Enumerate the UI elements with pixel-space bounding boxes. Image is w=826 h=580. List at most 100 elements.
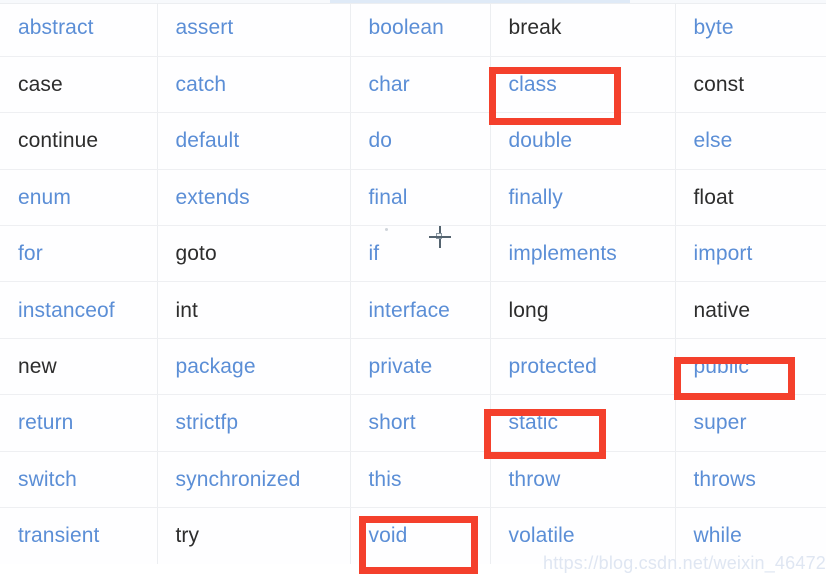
keyword-cell: instanceof <box>0 281 158 339</box>
keyword-cell: int <box>157 281 351 339</box>
keyword-cell: native <box>675 281 826 339</box>
keyword-link[interactable]: finally <box>509 186 563 209</box>
keyword-cell: transient <box>0 507 158 564</box>
keyword-link[interactable]: char <box>369 73 410 96</box>
keyword-link[interactable]: boolean <box>369 16 444 39</box>
keyword-cell: public <box>675 338 826 396</box>
keyword-link[interactable]: extends <box>176 186 250 209</box>
keyword-link[interactable]: short <box>369 411 416 434</box>
keyword-link[interactable]: if <box>369 242 380 265</box>
table-row: switch synchronized this throw throws <box>0 451 826 509</box>
keyword-cell: final <box>350 169 491 227</box>
keyword-cell: void <box>350 507 491 564</box>
keyword-link[interactable]: do <box>369 129 393 152</box>
keyword-link[interactable]: assert <box>176 16 234 39</box>
keyword-text: float <box>693 185 734 209</box>
keyword-cell: return <box>0 394 158 452</box>
keyword-link[interactable]: package <box>176 355 256 378</box>
keyword-link[interactable]: while <box>694 524 742 547</box>
stray-artifact-dot <box>385 228 388 231</box>
keyword-cell: throw <box>490 451 676 509</box>
table-row: abstract assert boolean break byte <box>0 0 826 57</box>
keyword-cell: const <box>675 56 826 114</box>
keyword-link[interactable]: protected <box>509 355 597 378</box>
keyword-cell: short <box>350 394 491 452</box>
keyword-cell: break <box>490 0 676 57</box>
keyword-cell: byte <box>675 0 826 57</box>
keyword-text: continue <box>18 129 99 153</box>
keyword-cell: this <box>350 451 491 509</box>
keyword-cell: enum <box>0 169 158 227</box>
keyword-cell: do <box>350 112 491 170</box>
keyword-cell: for <box>0 225 158 283</box>
keyword-cell: import <box>675 225 826 283</box>
keyword-link[interactable]: abstract <box>18 16 94 39</box>
keyword-cell: abstract <box>0 0 158 57</box>
table-row: continue default do double else <box>0 112 826 170</box>
keyword-text: try <box>175 524 200 548</box>
keyword-cell: switch <box>0 451 158 509</box>
crosshair-cursor <box>429 226 451 248</box>
keyword-cell: char <box>350 56 491 114</box>
keyword-cell: implements <box>490 225 676 283</box>
keyword-cell: new <box>0 338 158 396</box>
keyword-link[interactable]: strictfp <box>176 411 239 434</box>
keyword-link[interactable]: byte <box>694 16 734 39</box>
keyword-link[interactable]: for <box>18 242 43 265</box>
keyword-text: int <box>175 298 198 322</box>
keyword-cell: double <box>490 112 676 170</box>
keyword-link[interactable]: double <box>509 129 573 152</box>
keyword-link[interactable]: super <box>694 411 747 434</box>
keyword-text: break <box>508 16 562 40</box>
java-keyword-table: abstract assert boolean break byte case catch c… <box>0 0 826 564</box>
keyword-text: long <box>508 298 549 322</box>
keyword-link[interactable]: volatile <box>509 524 575 547</box>
table-row: instanceof int interface long native <box>0 281 826 339</box>
keyword-link[interactable]: default <box>176 129 240 152</box>
keyword-cell: assert <box>157 0 351 57</box>
keyword-link[interactable]: final <box>369 186 408 209</box>
keyword-cell: long <box>490 281 676 339</box>
keyword-link[interactable]: else <box>694 129 733 152</box>
keyword-link[interactable]: catch <box>176 73 227 96</box>
keyword-cell: if <box>350 225 491 283</box>
keyword-text: case <box>18 73 63 97</box>
keyword-link[interactable]: throw <box>509 468 561 491</box>
keyword-link[interactable]: return <box>18 411 73 434</box>
keyword-cell: protected <box>490 338 676 396</box>
keyword-cell: continue <box>0 112 158 170</box>
keyword-table-body: abstract assert boolean break byte case catch c… <box>0 0 826 564</box>
table-row: new package private protected public <box>0 338 826 396</box>
keyword-link[interactable]: switch <box>18 468 77 491</box>
keyword-link[interactable]: static <box>509 411 559 434</box>
keyword-link[interactable]: public <box>694 355 749 378</box>
keyword-text: const <box>693 73 745 97</box>
table-top-edge-tint <box>330 0 630 3</box>
keyword-link[interactable]: import <box>694 242 753 265</box>
keyword-link[interactable]: throws <box>694 468 756 491</box>
keyword-cell: package <box>157 338 351 396</box>
table-row: case catch char class const <box>0 56 826 114</box>
keyword-cell: else <box>675 112 826 170</box>
keyword-cell: default <box>157 112 351 170</box>
keyword-cell: goto <box>157 225 351 283</box>
keyword-link[interactable]: void <box>369 524 408 547</box>
keyword-link[interactable]: transient <box>18 524 99 547</box>
keyword-cell: case <box>0 56 158 114</box>
keyword-link[interactable]: implements <box>509 242 617 265</box>
keyword-link[interactable]: private <box>369 355 433 378</box>
keyword-link[interactable]: instanceof <box>18 299 115 322</box>
keyword-cell: class <box>490 56 676 114</box>
keyword-link[interactable]: this <box>369 468 402 491</box>
crosshair-center-ring <box>436 233 442 239</box>
keyword-cell: private <box>350 338 491 396</box>
keyword-text: new <box>18 354 57 378</box>
table-row: enum extends final finally float <box>0 169 826 227</box>
keyword-link[interactable]: enum <box>18 186 71 209</box>
keyword-cell: extends <box>157 169 351 227</box>
keyword-text: native <box>693 298 751 322</box>
keyword-link[interactable]: class <box>509 73 557 96</box>
keyword-link[interactable]: interface <box>369 299 450 322</box>
keyword-cell: super <box>675 394 826 452</box>
keyword-link[interactable]: synchronized <box>176 468 301 491</box>
